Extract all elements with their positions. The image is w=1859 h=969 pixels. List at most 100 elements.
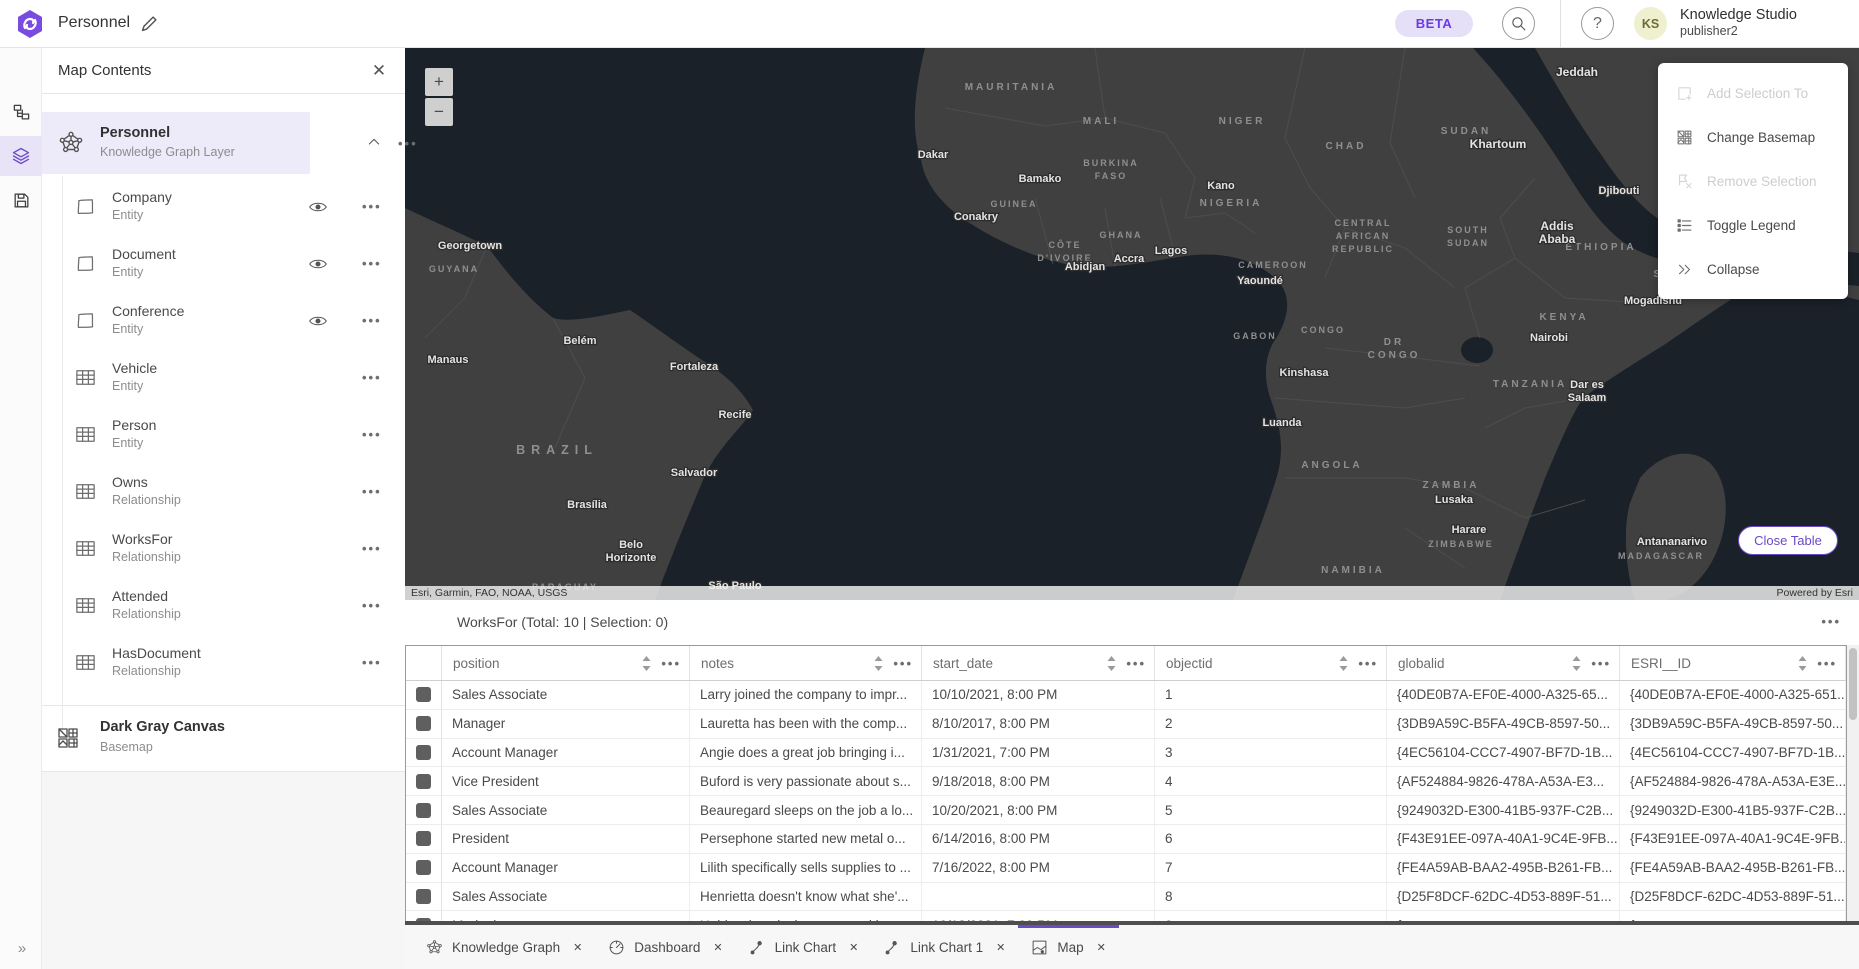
close-tab-icon[interactable]: ✕ bbox=[1097, 941, 1106, 954]
layer-type: Entity bbox=[112, 379, 143, 393]
column-options-icon[interactable]: ••• bbox=[893, 656, 913, 671]
layer-group-personnel[interactable]: Personnel Knowledge Graph Layer ••• bbox=[42, 112, 405, 174]
column-header-position[interactable]: position ••• bbox=[442, 646, 690, 680]
menu-item-remove-selection: Remove Selection bbox=[1658, 159, 1848, 203]
layer-options-icon[interactable]: ••• bbox=[362, 256, 382, 271]
layer-group-options-icon[interactable]: ••• bbox=[398, 136, 418, 151]
column-options-icon[interactable]: ••• bbox=[661, 656, 681, 671]
tab-knowledge-graph[interactable]: Knowledge Graph ✕ bbox=[413, 925, 595, 969]
layer-options-icon[interactable]: ••• bbox=[362, 655, 382, 670]
column-options-icon[interactable]: ••• bbox=[1126, 656, 1146, 671]
row-checkbox[interactable] bbox=[416, 774, 431, 789]
expand-rail-icon[interactable]: » bbox=[0, 940, 42, 957]
visibility-eye-icon[interactable] bbox=[308, 254, 328, 274]
cell-globalid: {3DB9A59C-B5FA-49CB-8597-50... bbox=[1387, 710, 1620, 738]
sort-icon[interactable] bbox=[642, 656, 651, 671]
data-model-icon[interactable] bbox=[0, 92, 42, 132]
select-all-cell[interactable] bbox=[406, 646, 442, 680]
layer-item-owns[interactable]: Owns Relationship ••• bbox=[42, 463, 405, 520]
row-checkbox[interactable] bbox=[416, 803, 431, 818]
layer-item-document[interactable]: Document Entity ••• bbox=[42, 235, 405, 292]
close-tab-icon[interactable]: ✕ bbox=[713, 941, 722, 954]
row-checkbox[interactable] bbox=[416, 716, 431, 731]
menu-item-change-basemap[interactable]: Change Basemap bbox=[1658, 115, 1848, 159]
visibility-eye-icon[interactable] bbox=[308, 197, 328, 217]
edit-title-icon[interactable] bbox=[138, 13, 160, 35]
row-checkbox[interactable] bbox=[416, 745, 431, 760]
row-checkbox[interactable] bbox=[416, 889, 431, 904]
tab-dashboard[interactable]: Dashboard ✕ bbox=[595, 925, 735, 969]
cell-globalid: {FE4A59AB-BAA2-495B-B261-FB... bbox=[1387, 854, 1620, 882]
column-options-icon[interactable]: ••• bbox=[1358, 656, 1378, 671]
chevron-up-icon[interactable] bbox=[366, 134, 384, 152]
layer-options-icon[interactable]: ••• bbox=[362, 370, 382, 385]
layer-options-icon[interactable]: ••• bbox=[362, 541, 382, 556]
column-header-objectid[interactable]: objectid ••• bbox=[1155, 646, 1387, 680]
cell-notes: Lauretta has been with the comp... bbox=[690, 710, 922, 738]
column-options-icon[interactable]: ••• bbox=[1591, 656, 1611, 671]
close-panel-icon[interactable]: ✕ bbox=[367, 59, 391, 83]
cell-esri-id: {4EC56104-CCC7-4907-BF7D-1B... bbox=[1620, 739, 1846, 767]
column-options-icon[interactable]: ••• bbox=[1817, 656, 1837, 671]
sort-icon[interactable] bbox=[1339, 656, 1348, 671]
sort-icon[interactable] bbox=[1107, 656, 1116, 671]
cell-notes: Henrietta doesn't know what she'... bbox=[690, 883, 922, 911]
close-tab-icon[interactable]: ✕ bbox=[573, 941, 582, 954]
layers-icon[interactable] bbox=[0, 136, 42, 176]
menu-item-collapse[interactable]: Collapse bbox=[1658, 247, 1848, 291]
horizontal-scrollbar[interactable] bbox=[405, 921, 1859, 925]
layer-type: Relationship bbox=[112, 664, 181, 678]
cell-esri-id: {9249032D-E300-41B5-937F-C2B... bbox=[1620, 796, 1846, 824]
sort-icon[interactable] bbox=[874, 656, 883, 671]
save-icon[interactable] bbox=[0, 180, 42, 220]
visibility-eye-icon[interactable] bbox=[308, 311, 328, 331]
layer-item-conference[interactable]: Conference Entity ••• bbox=[42, 292, 405, 349]
city-label: Recife bbox=[718, 409, 751, 421]
region-label: KENYA bbox=[1539, 312, 1588, 323]
table-row: Sales Associate Henrietta doesn't know w… bbox=[406, 883, 1846, 912]
row-checkbox[interactable] bbox=[416, 687, 431, 702]
layer-options-icon[interactable]: ••• bbox=[362, 427, 382, 442]
user-avatar[interactable]: KS bbox=[1634, 7, 1667, 40]
row-checkbox[interactable] bbox=[416, 831, 431, 846]
row-checkbox[interactable] bbox=[416, 860, 431, 875]
column-header-esri__id[interactable]: ESRI__ID ••• bbox=[1620, 646, 1846, 680]
column-header-globalid[interactable]: globalid ••• bbox=[1387, 646, 1620, 680]
layer-item-attended[interactable]: Attended Relationship ••• bbox=[42, 577, 405, 634]
cell-objectid: 1 bbox=[1155, 681, 1387, 709]
column-header-notes[interactable]: notes ••• bbox=[690, 646, 922, 680]
cell-start-date: 8/10/2017, 8:00 PM bbox=[922, 710, 1155, 738]
layer-item-hasdocument[interactable]: HasDocument Relationship ••• bbox=[42, 634, 405, 691]
layer-options-icon[interactable]: ••• bbox=[362, 598, 382, 613]
layer-item-vehicle[interactable]: Vehicle Entity ••• bbox=[42, 349, 405, 406]
vertical-scrollbar-thumb[interactable] bbox=[1849, 648, 1857, 720]
sort-icon[interactable] bbox=[1798, 656, 1807, 671]
close-tab-icon[interactable]: ✕ bbox=[996, 941, 1005, 954]
layer-options-icon[interactable]: ••• bbox=[362, 199, 382, 214]
menu-item-toggle-legend[interactable]: Toggle Legend bbox=[1658, 203, 1848, 247]
help-button[interactable]: ? bbox=[1581, 7, 1614, 40]
vertical-scrollbar[interactable] bbox=[1847, 645, 1859, 921]
layer-item-company[interactable]: Company Entity ••• bbox=[42, 178, 405, 235]
cell-start-date: 7/16/2022, 8:00 PM bbox=[922, 854, 1155, 882]
tab-map[interactable]: Map ✕ bbox=[1018, 925, 1118, 969]
cell-notes: Angie does a great job bringing i... bbox=[690, 739, 922, 767]
layer-item-worksfor[interactable]: WorksFor Relationship ••• bbox=[42, 520, 405, 577]
layer-item-person[interactable]: Person Entity ••• bbox=[42, 406, 405, 463]
column-header-start_date[interactable]: start_date ••• bbox=[922, 646, 1155, 680]
polygon-icon bbox=[74, 195, 97, 218]
tab-link-chart[interactable]: Link Chart ✕ bbox=[736, 925, 872, 969]
basemap-item[interactable]: Dark Gray Canvas Basemap bbox=[42, 710, 405, 770]
search-button[interactable] bbox=[1502, 7, 1535, 40]
map-canvas[interactable]: MAURITANIAMALINIGERCHADSUDANBURKINAFASOG… bbox=[405, 48, 1859, 600]
city-label: Salvador bbox=[671, 467, 718, 479]
layer-options-icon[interactable]: ••• bbox=[362, 313, 382, 328]
table-options-icon[interactable]: ••• bbox=[1821, 614, 1841, 629]
zoom-in-button[interactable]: + bbox=[425, 68, 453, 96]
tab-link-chart-1[interactable]: Link Chart 1 ✕ bbox=[871, 925, 1018, 969]
close-tab-icon[interactable]: ✕ bbox=[849, 941, 858, 954]
layer-options-icon[interactable]: ••• bbox=[362, 484, 382, 499]
close-table-button[interactable]: Close Table bbox=[1738, 526, 1838, 555]
zoom-out-button[interactable]: − bbox=[425, 98, 453, 126]
sort-icon[interactable] bbox=[1572, 656, 1581, 671]
